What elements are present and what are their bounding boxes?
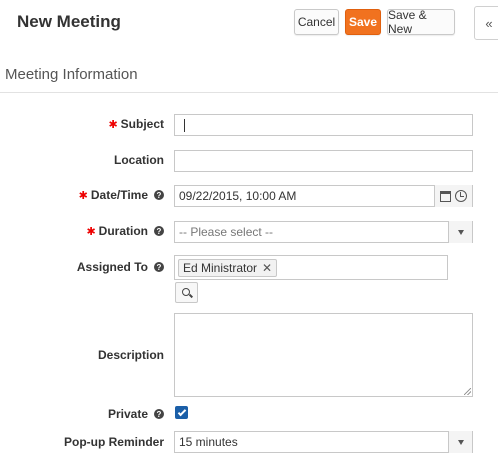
popup-reminder-value: 15 minutes: [179, 435, 238, 449]
assigned-to-label-text: Assigned To: [76, 260, 148, 274]
private-label-text: Private: [107, 407, 148, 421]
sidebar-collapse-button[interactable]: «: [474, 6, 498, 40]
description-textarea[interactable]: [174, 313, 473, 397]
assigned-user-pill: Ed Ministrator ✕: [178, 258, 278, 277]
question-circle-icon[interactable]: ?: [154, 190, 164, 200]
assigned-to-search-button[interactable]: [175, 282, 198, 303]
assigned-to-label: Assigned To ?: [77, 260, 164, 274]
double-chevron-left-icon: «: [485, 15, 493, 31]
duration-placeholder: -- Please select --: [179, 225, 274, 239]
resize-handle-icon[interactable]: [464, 388, 471, 395]
private-label: Private ?: [108, 407, 164, 421]
datetime-value: 09/22/2015, 10:00 AM: [179, 189, 297, 203]
location-label: Location: [114, 153, 164, 167]
duration-label-text: Duration: [98, 224, 148, 238]
location-label-text: Location: [114, 153, 164, 167]
chevron-down-icon: [457, 229, 464, 235]
assigned-user-name: Ed Ministrator: [183, 260, 258, 275]
duration-select[interactable]: -- Please select --: [174, 221, 473, 243]
subject-label-text: Subject: [120, 117, 164, 131]
save-button[interactable]: Save: [345, 9, 381, 35]
section-title: Meeting Information: [5, 66, 138, 83]
subject-label: ✱ Subject: [108, 117, 164, 131]
private-checkbox[interactable]: [175, 406, 188, 419]
section-divider: [0, 92, 498, 93]
datetime-pickers: [434, 185, 472, 207]
clock-icon[interactable]: [455, 190, 467, 202]
calendar-icon[interactable]: [440, 190, 451, 202]
description-label: Description: [98, 348, 164, 362]
search-icon: [181, 287, 190, 296]
description-label-text: Description: [97, 348, 164, 362]
checkmark-icon: [177, 407, 186, 416]
datetime-input[interactable]: 09/22/2015, 10:00 AM: [174, 185, 473, 207]
popup-reminder-select[interactable]: 15 minutes: [174, 431, 473, 453]
datetime-label-text: Date/Time: [90, 188, 148, 202]
subject-input[interactable]: [174, 114, 473, 136]
cancel-button[interactable]: Cancel: [294, 9, 339, 35]
location-input[interactable]: [174, 150, 473, 172]
question-circle-icon[interactable]: ?: [154, 409, 164, 419]
datetime-label: ✱ Date/Time ?: [79, 188, 164, 202]
required-marker: ✱: [78, 189, 88, 202]
save-and-new-button[interactable]: Save & New: [387, 8, 455, 36]
question-circle-icon[interactable]: ?: [154, 262, 164, 272]
duration-label: ✱ Duration ?: [86, 224, 164, 238]
assigned-to-input[interactable]: Ed Ministrator ✕: [174, 255, 448, 280]
chevron-down-icon: [457, 439, 464, 445]
popup-reminder-dropdown-toggle[interactable]: [448, 431, 472, 453]
popup-reminder-label: Pop-up Reminder: [64, 435, 164, 449]
required-marker: ✱: [86, 225, 96, 238]
remove-icon[interactable]: ✕: [262, 261, 272, 275]
text-cursor: [184, 118, 185, 132]
question-circle-icon[interactable]: ?: [154, 226, 164, 236]
popup-reminder-label-text: Pop-up Reminder: [63, 435, 164, 449]
page-title: New Meeting: [17, 12, 121, 31]
required-marker: ✱: [108, 118, 118, 131]
duration-dropdown-toggle[interactable]: [448, 221, 472, 243]
